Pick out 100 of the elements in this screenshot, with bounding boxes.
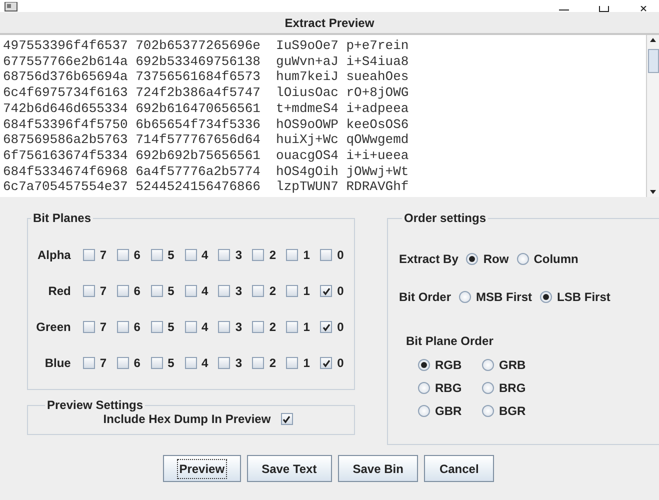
radio-button[interactable] xyxy=(540,290,552,302)
checkbox[interactable] xyxy=(218,249,230,261)
checkbox-label: 3 xyxy=(235,284,242,298)
checkbox-label: 3 xyxy=(235,320,242,334)
dialog-button[interactable]: Save Bin xyxy=(338,455,418,482)
checkbox-label: 2 xyxy=(269,248,276,262)
option-label: Bit Order xyxy=(399,290,452,304)
checkbox-label: 7 xyxy=(100,248,107,262)
radio-button[interactable] xyxy=(459,290,472,302)
preview-line: 684f5334674f6968 6a4f57776a2b5774 hOS4gOih jOWwj+Wt xyxy=(3,164,410,180)
checkbox-label: 5 xyxy=(168,284,174,298)
checkbox-label: 1 xyxy=(303,284,310,298)
checkbox-label: 5 xyxy=(168,248,174,262)
checkbox-label: 3 xyxy=(235,248,242,262)
checkbox[interactable] xyxy=(218,285,230,297)
radio-button[interactable] xyxy=(482,382,494,394)
checkbox-label: 4 xyxy=(202,284,208,298)
checkbox[interactable] xyxy=(320,249,332,261)
minimize-icon[interactable] xyxy=(559,8,569,12)
checkbox-label: 5 xyxy=(168,356,174,370)
checkbox[interactable] xyxy=(184,357,197,369)
dialog-button[interactable]: Save Text xyxy=(246,455,332,482)
radio-button[interactable] xyxy=(418,382,430,394)
checkbox[interactable] xyxy=(252,357,264,369)
dialog-button[interactable]: Cancel xyxy=(424,455,494,482)
checkbox-label: 1 xyxy=(303,248,310,262)
checkbox[interactable] xyxy=(150,357,163,369)
dialog-button[interactable]: Preview xyxy=(163,455,241,482)
checkbox-label: 6 xyxy=(134,356,140,370)
scrollbar-thumb[interactable] xyxy=(648,49,659,73)
checkbox[interactable] xyxy=(218,321,230,333)
maximize-icon[interactable] xyxy=(599,6,609,12)
checkbox-label: 3 xyxy=(235,356,242,370)
radio-label: RBG xyxy=(435,381,462,395)
checkbox-label: 6 xyxy=(134,284,140,298)
radio-label: Column xyxy=(534,252,578,266)
checkbox-label: 6 xyxy=(134,248,140,262)
checkbox[interactable] xyxy=(116,321,129,333)
checkbox-label: 6 xyxy=(134,320,140,334)
radio-label: GBR xyxy=(435,404,462,418)
preview-title: Extract Preview xyxy=(284,16,374,30)
checkbox-label: Include Hex Dump In Preview xyxy=(103,412,271,426)
preview-line: 677557766e2b614a 692b533469756138 guWvn+aJ i+S4iua8 xyxy=(3,54,410,70)
radio-button[interactable] xyxy=(482,405,494,417)
checkbox[interactable] xyxy=(184,249,197,261)
preview-line: 6c4f6975734f6163 724f2b386a4f5747 lOiusOac rO+8jOWG xyxy=(3,85,410,101)
checkbox[interactable] xyxy=(150,249,163,261)
checkbox[interactable] xyxy=(320,357,332,369)
checkbox[interactable] xyxy=(116,285,129,297)
checkbox[interactable] xyxy=(150,285,163,297)
radio-button[interactable] xyxy=(516,252,529,264)
checkbox-label: 1 xyxy=(303,356,310,370)
panel-title: Order settings xyxy=(403,211,488,225)
preview-line: 6c7a705457554e37 5244524156476866 lzpTWUN7 RDRAVGhf xyxy=(3,179,410,196)
checkbox[interactable] xyxy=(218,357,230,369)
checkbox-label: 7 xyxy=(100,356,107,370)
radio-label: GRB xyxy=(499,358,526,372)
option-label: Extract By xyxy=(399,252,458,266)
checkbox[interactable] xyxy=(280,413,293,425)
checkbox[interactable] xyxy=(116,249,129,261)
checkbox[interactable] xyxy=(320,285,332,297)
checkbox[interactable] xyxy=(286,285,298,297)
checkbox[interactable] xyxy=(286,357,298,369)
preview-line: 6f756163674f5334 692b692b75656561 ouacgOS4 i+i+ueea xyxy=(3,148,410,164)
checkbox[interactable] xyxy=(116,357,129,369)
checkbox-label: 2 xyxy=(269,284,276,298)
checkbox[interactable] xyxy=(150,321,163,333)
app-icon xyxy=(4,2,18,12)
checkbox-label: 7 xyxy=(100,284,107,298)
radio-label: MSB First xyxy=(476,290,532,304)
checkbox[interactable] xyxy=(252,321,264,333)
checkbox-label: 4 xyxy=(202,248,208,262)
radio-button[interactable] xyxy=(418,405,430,417)
checkbox[interactable] xyxy=(252,249,264,261)
checkbox-label: 7 xyxy=(100,320,107,334)
radio-label: LSB First xyxy=(557,290,610,304)
checkbox[interactable] xyxy=(286,249,298,261)
checkbox-label: 5 xyxy=(168,320,174,334)
radio-button[interactable] xyxy=(466,252,478,264)
radio-label: Row xyxy=(483,252,509,266)
checkbox[interactable] xyxy=(82,249,95,261)
checkbox[interactable] xyxy=(286,321,298,333)
channel-label: Alpha xyxy=(36,248,71,262)
preview-line: 687569586a2b5763 714f577767656d64 huiXj+Wc qOWwgemd xyxy=(3,132,410,148)
checkbox[interactable] xyxy=(252,285,264,297)
checkbox[interactable] xyxy=(82,321,95,333)
preview-line: 497553396f4f6537 702b65377265696e IuS9oOe7 p+e7rein xyxy=(3,38,410,54)
preview-line: 684f53396f4f5750 6b65654f734f5336 hOS9oOWP keeOsOS6 xyxy=(3,116,410,132)
close-icon[interactable] xyxy=(639,6,649,12)
checkbox-label: 4 xyxy=(202,320,208,334)
checkbox[interactable] xyxy=(184,285,197,297)
checkbox[interactable] xyxy=(82,357,95,369)
checkbox-label: 0 xyxy=(337,284,344,298)
channel-label: Blue xyxy=(44,356,71,370)
radio-button[interactable] xyxy=(418,359,430,371)
scrollbar[interactable] xyxy=(646,35,659,197)
checkbox[interactable] xyxy=(82,285,95,297)
radio-button[interactable] xyxy=(482,359,494,371)
checkbox[interactable] xyxy=(320,321,332,333)
checkbox[interactable] xyxy=(184,321,197,333)
